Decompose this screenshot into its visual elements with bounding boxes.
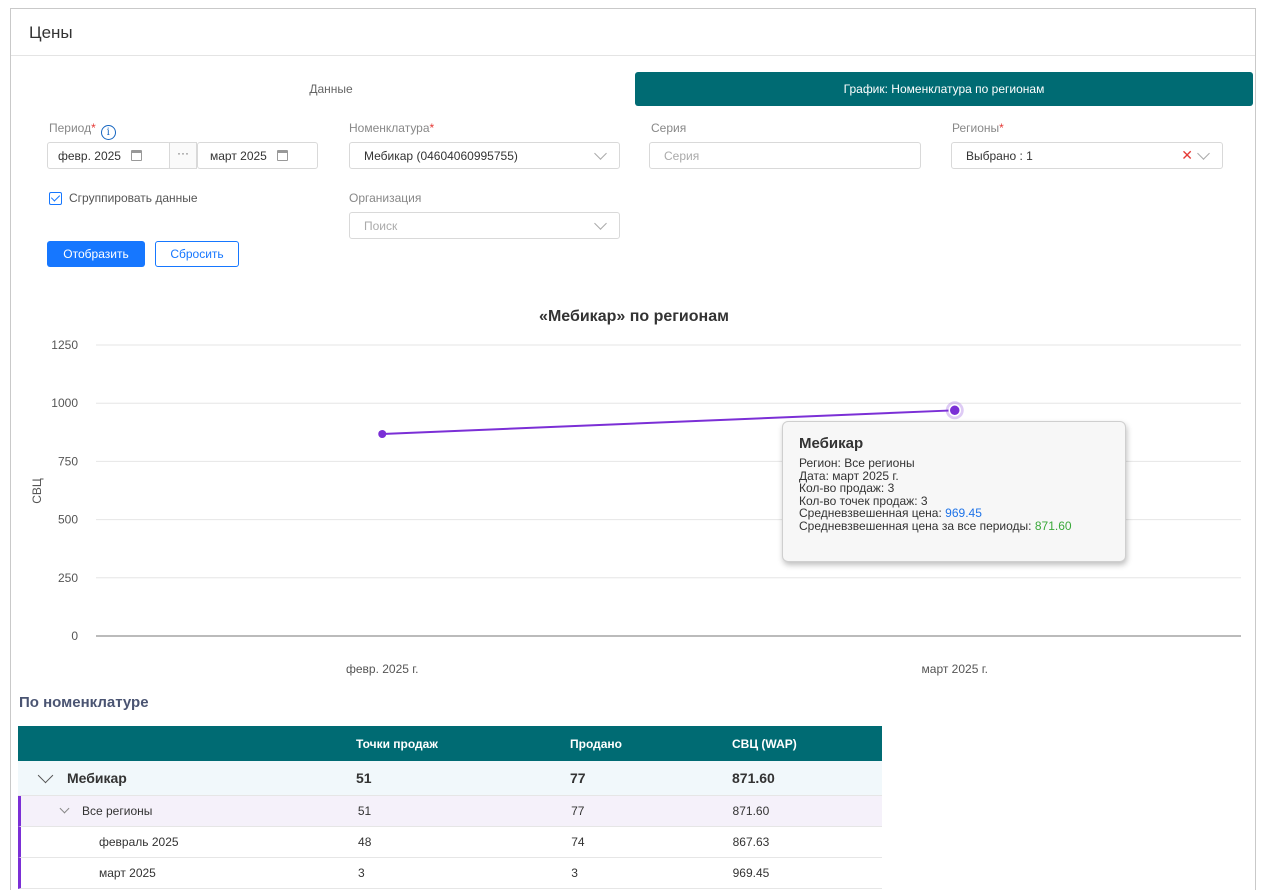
table-row: февраль 2025 48 74 867.63: [18, 827, 882, 858]
show-button[interactable]: Отобразить: [47, 241, 145, 267]
row-points: 3: [358, 866, 365, 880]
tooltip-wap-all-label: Средневзвешенная цена за все периоды:: [799, 518, 1032, 533]
data-point: [378, 430, 387, 439]
sub-sold: 77: [571, 804, 585, 818]
group-name-cell: Мебикар: [18, 767, 347, 786]
tooltip-wap-all: Средневзвешенная цена за все периоды: 87…: [799, 518, 1109, 533]
group-name: Мебикар: [67, 770, 127, 786]
group-points: 51: [356, 770, 372, 786]
tab-chart-by-regions[interactable]: График: Номенклатура по регионам: [635, 72, 1253, 106]
organization-placeholder: Поиск: [364, 218, 398, 233]
required-mark: *: [429, 121, 435, 135]
regions-value: Выбрано : 1: [966, 148, 1033, 163]
row-sold: 74: [571, 835, 585, 849]
sub-points: 51: [357, 804, 372, 818]
calendar-icon[interactable]: [130, 150, 142, 161]
y-tick-label: 250: [58, 571, 78, 585]
checkbox-icon[interactable]: [49, 191, 62, 205]
title-divider: [11, 55, 1255, 56]
regions-label-text: Регионы: [952, 121, 1000, 135]
row-wap: 969.45: [732, 866, 770, 880]
nomenclature-select[interactable]: Мебикар (04604060995755): [349, 142, 620, 169]
tooltip-title: Мебикар: [799, 435, 864, 452]
table-row-group[interactable]: Мебикар 51 77 871.60: [18, 761, 882, 796]
info-icon[interactable]: i: [100, 125, 116, 140]
row-points: 48: [358, 835, 372, 849]
chart-tooltip: Мебикар Регион: Все регионы Дата: март 2…: [782, 421, 1126, 562]
page-title: Цены: [29, 23, 73, 42]
data-point-active: [948, 404, 961, 417]
table-row-subgroup[interactable]: Все регионы 51 77 871.60: [18, 796, 882, 827]
chevron-down-icon[interactable]: [37, 767, 54, 784]
header-wap: СВЦ (WAP): [732, 736, 797, 751]
header-points: Точки продаж: [356, 736, 438, 751]
y-tick-label: 500: [58, 513, 78, 527]
y-tick-label: 1000: [51, 396, 78, 410]
row-name: март 2025: [99, 866, 156, 880]
tooltip-wap-all-value: 871.60: [1034, 518, 1072, 533]
organization-label: Организация: [349, 191, 422, 205]
section-title: По номенклатуре: [19, 694, 149, 711]
group-sold: 77: [570, 770, 586, 786]
sub-name: Все регионы: [82, 804, 153, 818]
organization-select[interactable]: Поиск: [349, 212, 620, 239]
row-sold: 3: [571, 866, 578, 880]
nomenclature-value: Мебикар (04604060995755): [364, 148, 518, 163]
required-mark: *: [91, 121, 96, 135]
prices-panel: Цены Данные График: Номенклатура по реги…: [10, 8, 1256, 890]
period-to-picker[interactable]: март 2025: [197, 142, 318, 169]
x-tick-label: март 2025 г.: [922, 662, 988, 676]
group-data-label: Сгруппировать данные: [69, 191, 198, 205]
nomenclature-label-text: Номенклатура: [349, 121, 430, 135]
row-wap: 867.63: [732, 835, 770, 849]
table-header: Точки продаж Продано СВЦ (WAP): [18, 726, 882, 761]
chevron-down-icon[interactable]: [59, 803, 70, 814]
clear-icon[interactable]: ✕: [1181, 147, 1193, 164]
series-placeholder: Серия: [664, 148, 700, 163]
reset-button[interactable]: Сбросить: [155, 241, 239, 267]
series-input[interactable]: Серия: [649, 142, 921, 169]
calendar-icon[interactable]: [276, 150, 288, 161]
group-wap: 871.60: [732, 770, 775, 786]
chevron-down-icon: [1197, 146, 1210, 160]
regions-label: Регионы*: [952, 121, 1004, 135]
nomenclature-label: Номенклатура*: [349, 121, 434, 135]
required-mark: *: [999, 121, 1004, 135]
y-tick-label: 0: [71, 629, 78, 643]
table-row: март 2025 3 3 969.45: [18, 858, 882, 889]
period-from-picker[interactable]: февр. 2025: [47, 142, 171, 169]
y-tick-label: 1250: [51, 338, 78, 352]
tooltip-region: Регион: Все регионы: [799, 456, 915, 470]
chart-title: «Мебикар» по регионам: [539, 308, 729, 325]
x-tick-label: февр. 2025 г.: [346, 662, 419, 676]
sub-name-cell: Все регионы: [21, 803, 349, 818]
series-label: Серия: [651, 121, 687, 135]
row-name: февраль 2025: [99, 835, 179, 849]
tooltip-sales-count: Кол-во продаж: 3: [799, 481, 895, 495]
y-tick-label: 750: [58, 454, 78, 468]
sub-wap: 871.60: [732, 804, 770, 818]
header-sold: Продано: [570, 736, 622, 751]
tab-data[interactable]: Данные: [29, 72, 633, 106]
nomenclature-table: Точки продаж Продано СВЦ (WAP) Мебикар 5…: [18, 726, 882, 889]
period-separator: ···: [169, 142, 197, 169]
period-to-value: март 2025: [210, 148, 267, 163]
period-from-value: февр. 2025: [58, 148, 121, 163]
regions-select[interactable]: Выбрано : 1 ✕: [951, 142, 1223, 169]
period-label: Период* i: [49, 121, 116, 140]
period-label-text: Период: [49, 121, 92, 135]
chevron-down-icon: [594, 216, 607, 230]
y-axis-label: СВЦ: [30, 478, 44, 504]
group-data-checkbox[interactable]: Сгруппировать данные: [49, 191, 198, 205]
chevron-down-icon: [594, 146, 607, 160]
